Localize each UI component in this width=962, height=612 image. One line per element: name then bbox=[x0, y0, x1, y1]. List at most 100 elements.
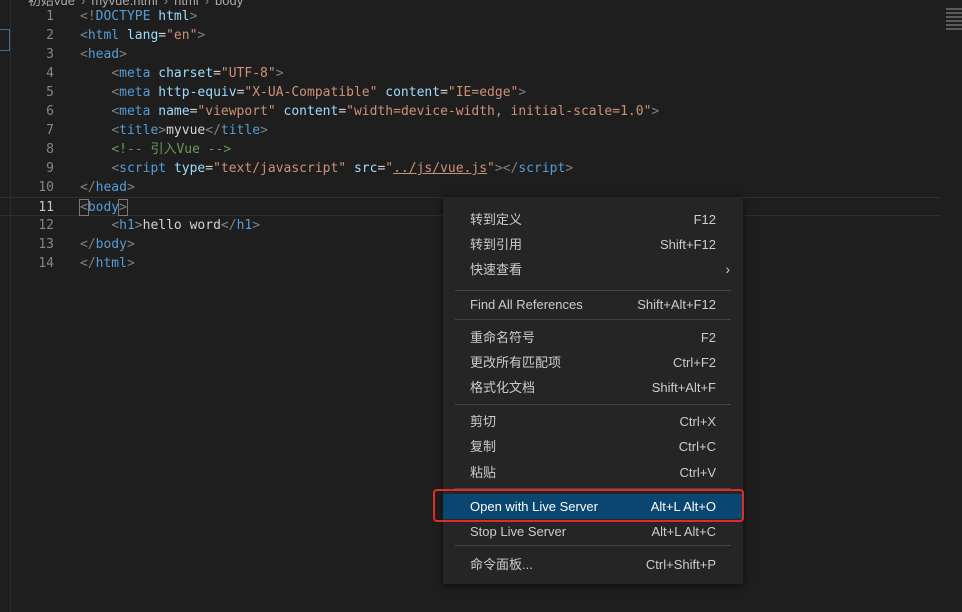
menu-item-paste[interactable]: 粘贴 Ctrl+V bbox=[443, 460, 743, 485]
menu-item-label: 格式化文档 bbox=[470, 380, 536, 395]
menu-item-shortcut: Ctrl+X bbox=[679, 414, 716, 429]
code-token: > bbox=[565, 161, 574, 176]
code-token: content bbox=[283, 104, 339, 119]
line-number: 12 bbox=[38, 218, 54, 233]
menu-item-cut[interactable]: 剪切 Ctrl+X bbox=[443, 409, 743, 434]
code-token: > bbox=[158, 123, 167, 138]
menu-item-label: 粘贴 bbox=[470, 465, 497, 480]
code-text[interactable]: <head> bbox=[80, 45, 127, 64]
code-text[interactable]: <body> bbox=[79, 198, 128, 217]
menu-item-command-palette[interactable]: 命令面板... Ctrl+Shift+P bbox=[443, 552, 743, 577]
line-number: 8 bbox=[46, 142, 54, 157]
code-token: < bbox=[80, 28, 88, 43]
menu-item-rename-symbol[interactable]: 重命名符号 F2 bbox=[443, 325, 743, 350]
code-token: = bbox=[213, 66, 221, 81]
menu-item-shortcut: Ctrl+C bbox=[678, 439, 716, 454]
code-line[interactable]: 5 <meta http-equiv = "X-UA-Compatible" con… bbox=[0, 83, 940, 102]
menu-item-peek[interactable]: 快速查看 › bbox=[443, 257, 743, 282]
code-token: > bbox=[518, 85, 527, 100]
code-token: "UTF-8" bbox=[220, 66, 276, 81]
menu-item-copy[interactable]: 复制 Ctrl+C bbox=[443, 434, 743, 459]
code-token: > bbox=[126, 237, 135, 252]
code-token: ../js/vue.js bbox=[393, 161, 488, 176]
code-token: < bbox=[79, 199, 89, 216]
menu-separator bbox=[455, 319, 731, 320]
menu-item-stop-live-server[interactable]: Stop Live Server Alt+L Alt+C bbox=[443, 519, 743, 544]
code-token: < bbox=[111, 218, 120, 233]
line-number: 9 bbox=[46, 161, 54, 176]
line-number: 14 bbox=[38, 256, 54, 271]
code-text[interactable]: <html lang="en"> bbox=[80, 26, 205, 45]
line-number: 13 bbox=[38, 237, 54, 252]
code-line[interactable]: 7 <title>myvue</title> bbox=[0, 121, 940, 140]
line-number: 11 bbox=[38, 200, 54, 215]
code-token: "viewport" bbox=[197, 104, 276, 119]
code-text[interactable]: <!DOCTYPE html> bbox=[80, 7, 197, 26]
code-token: > bbox=[126, 180, 135, 195]
code-token: title bbox=[119, 123, 159, 138]
chevron-right-icon: › bbox=[725, 261, 730, 277]
code-token: myvue bbox=[166, 123, 206, 138]
line-number: 7 bbox=[46, 123, 54, 138]
code-text[interactable]: </html> bbox=[80, 254, 135, 273]
code-token: = bbox=[158, 28, 167, 43]
menu-item-find-all-references[interactable]: Find All References Shift+Alt+F12 bbox=[443, 292, 743, 317]
code-token: < bbox=[111, 161, 120, 176]
code-text[interactable]: <meta charset="UTF-8"> bbox=[80, 64, 283, 83]
code-text[interactable]: <h1>hello word</h1> bbox=[80, 216, 260, 235]
code-text[interactable]: <meta name="viewport" content="width=dev… bbox=[80, 102, 659, 121]
code-text[interactable]: <!-- 引入Vue --> bbox=[80, 140, 231, 159]
menu-item-shortcut: Alt+L Alt+C bbox=[651, 524, 716, 539]
annotation-highlight-box bbox=[433, 489, 744, 522]
menu-item-label: 重命名符号 bbox=[470, 330, 536, 345]
code-line[interactable]: 9 <script type="text/javascript" src="..… bbox=[0, 159, 940, 178]
code-token: type bbox=[173, 161, 206, 176]
menu-item-go-to-definition[interactable]: 转到定义 F12 bbox=[443, 207, 743, 232]
code-token: > bbox=[118, 199, 128, 216]
menu-item-shortcut: Ctrl+V bbox=[679, 465, 716, 480]
code-token: head bbox=[87, 47, 120, 62]
code-token: head bbox=[95, 180, 127, 195]
code-token: "IE=edge" bbox=[447, 85, 519, 100]
code-text[interactable]: <meta http-equiv = "X-UA-Compatible" conte… bbox=[80, 83, 526, 102]
code-line[interactable]: 6 <meta name="viewport" content="width=d… bbox=[0, 102, 940, 121]
code-text[interactable]: </head> bbox=[80, 178, 135, 197]
code-token: < bbox=[80, 47, 88, 62]
code-line[interactable]: 8 <!-- 引入Vue --> bbox=[0, 140, 940, 159]
menu-item-go-to-references[interactable]: 转到引用 Shift+F12 bbox=[443, 232, 743, 257]
menu-item-format-document[interactable]: 格式化文档 Shift+Alt+F bbox=[443, 375, 743, 400]
code-token: DOCTYPE bbox=[95, 9, 151, 24]
line-number: 1 bbox=[46, 9, 54, 24]
code-token: > bbox=[651, 104, 660, 119]
line-number: 4 bbox=[46, 66, 54, 81]
code-line[interactable]: 4 <meta charset="UTF-8"> bbox=[0, 64, 940, 83]
code-token: > bbox=[189, 9, 198, 24]
menu-item-shortcut: Ctrl+F2 bbox=[673, 355, 716, 370]
code-line[interactable]: 1 <!DOCTYPE html> bbox=[0, 7, 940, 26]
code-token: > bbox=[126, 256, 135, 271]
menu-item-shortcut: F12 bbox=[693, 212, 716, 227]
menu-separator bbox=[455, 290, 731, 291]
code-line[interactable]: 10 </head> bbox=[0, 178, 940, 197]
code-token: = bbox=[440, 85, 448, 100]
menu-item-change-all-occurrences[interactable]: 更改所有匹配项 Ctrl+F2 bbox=[443, 350, 743, 375]
code-token: "X-UA-Compatible" bbox=[244, 85, 378, 100]
breadcrumb[interactable]: 初始vue › myvue.html › html › body bbox=[28, 0, 243, 8]
code-text[interactable]: <script type="text/javascript" src="../j… bbox=[80, 159, 573, 178]
code-line[interactable]: 3 <head> bbox=[0, 45, 940, 64]
code-token: </ bbox=[80, 180, 96, 195]
line-number: 2 bbox=[46, 28, 54, 43]
code-line[interactable]: 2 <html lang="en"> bbox=[0, 26, 940, 45]
code-token: meta bbox=[119, 104, 151, 119]
minimap[interactable] bbox=[946, 6, 962, 40]
code-text[interactable]: <title>myvue</title> bbox=[80, 121, 268, 140]
code-token: content bbox=[385, 85, 441, 100]
code-text[interactable]: </body> bbox=[80, 235, 135, 254]
